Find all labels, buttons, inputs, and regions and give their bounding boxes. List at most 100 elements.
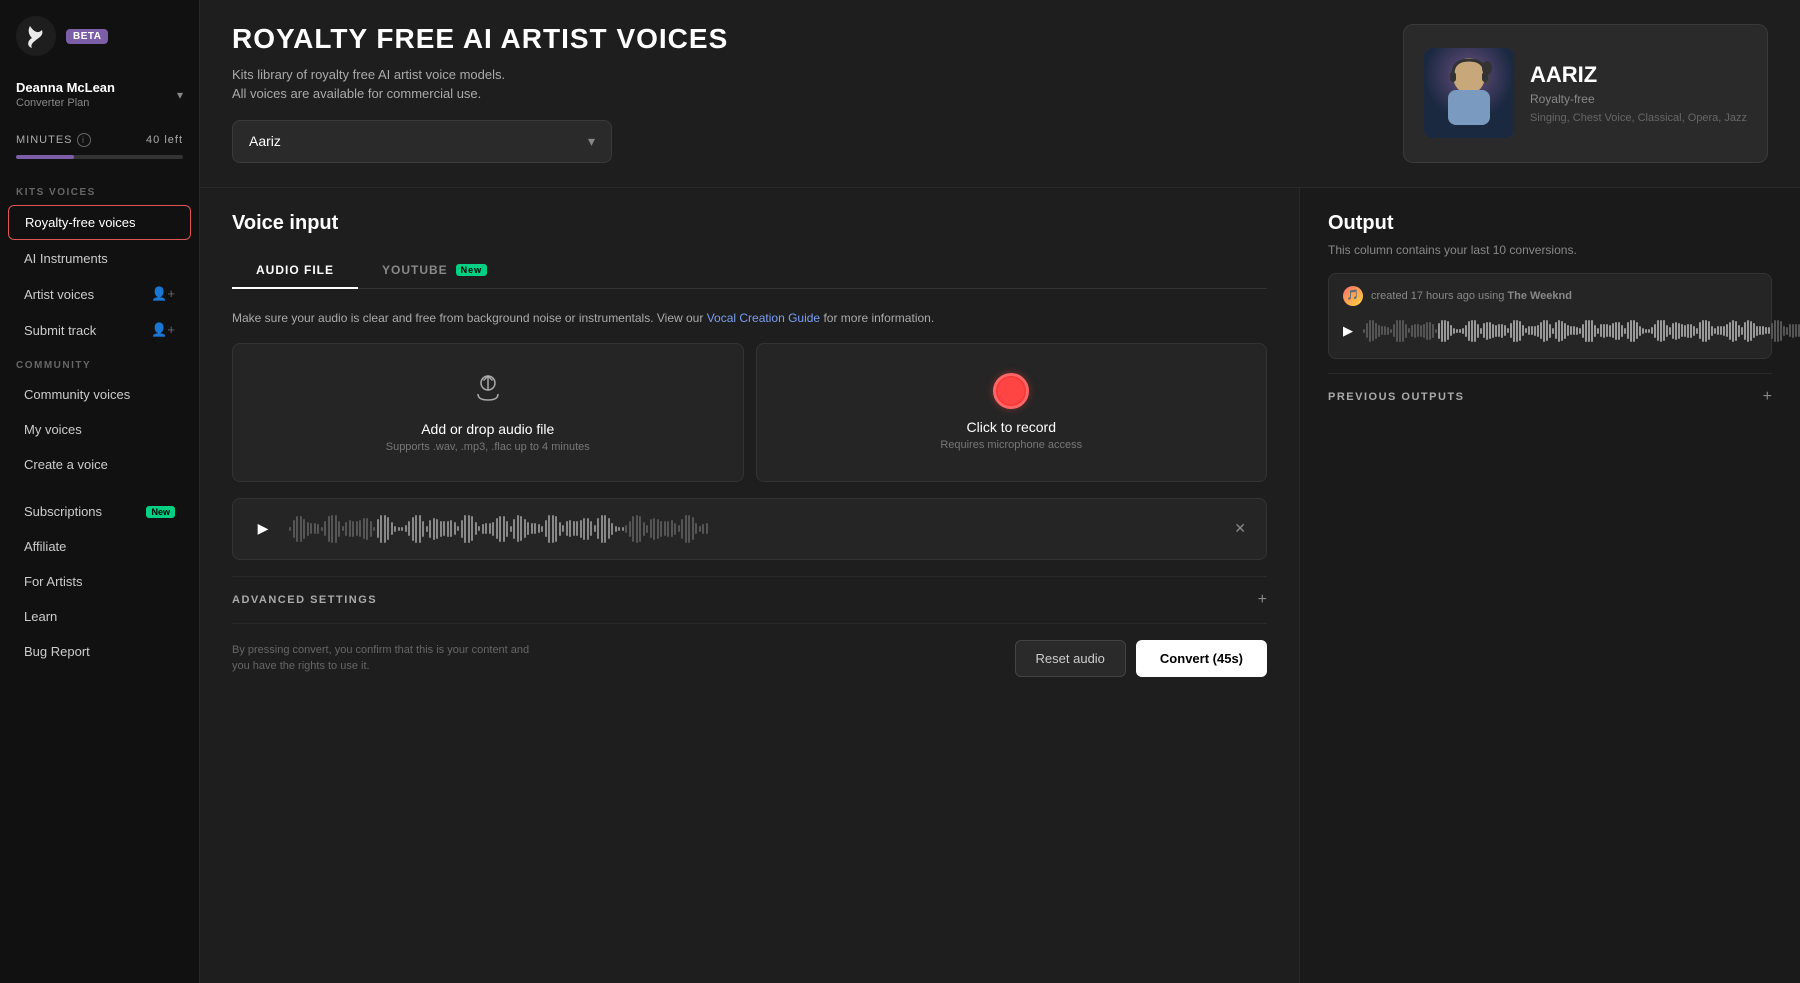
vocal-guide-link[interactable]: Vocal Creation Guide bbox=[707, 311, 820, 325]
record-sub: Requires microphone access bbox=[940, 439, 1082, 451]
input-boxes: Add or drop audio file Supports .wav, .m… bbox=[232, 343, 1267, 482]
artist-card: AARIZ Royalty-free Singing, Chest Voice,… bbox=[1403, 24, 1768, 163]
sidebar-item-affiliate[interactable]: Affiliate bbox=[8, 530, 191, 563]
main-content: ROYALTY FREE AI ARTIST VOICES Kits libra… bbox=[200, 0, 1800, 983]
output-play-button[interactable]: ▶ bbox=[1343, 318, 1353, 344]
user-menu[interactable]: Deanna McLean Converter Plan ▾ bbox=[0, 72, 199, 125]
previous-outputs-label: PREVIOUS OUTPUTS bbox=[1328, 391, 1464, 403]
convert-button[interactable]: Convert (45s) bbox=[1136, 640, 1267, 677]
reset-audio-button[interactable]: Reset audio bbox=[1015, 640, 1126, 677]
artist-voices-label: Artist voices bbox=[24, 287, 94, 302]
sidebar-item-artist-voices[interactable]: Artist voices 👤+ bbox=[8, 277, 191, 311]
hero-section: ROYALTY FREE AI ARTIST VOICES Kits libra… bbox=[200, 0, 1800, 188]
artist-tags: Singing, Chest Voice, Classical, Opera, … bbox=[1530, 112, 1747, 124]
output-item: 🎵 created 17 hours ago using The Weeknd … bbox=[1328, 273, 1772, 359]
hero-left: ROYALTY FREE AI ARTIST VOICES Kits libra… bbox=[232, 24, 1379, 163]
artist-license: Royalty-free bbox=[1530, 92, 1747, 106]
upload-title: Add or drop audio file bbox=[421, 421, 554, 437]
tab-youtube[interactable]: YOUTUBE New bbox=[358, 253, 511, 289]
remove-audio-button[interactable]: ✕ bbox=[1230, 516, 1250, 541]
logo-area: BETA bbox=[0, 16, 199, 72]
minutes-section: MINUTES i 40 left bbox=[0, 125, 199, 175]
sidebar-item-for-artists[interactable]: For Artists bbox=[8, 565, 191, 598]
selected-voice-label: Aariz bbox=[249, 133, 281, 149]
voice-chevron-icon: ▾ bbox=[588, 133, 595, 150]
minutes-label: MINUTES i bbox=[16, 133, 91, 147]
output-artist-name: The Weeknd bbox=[1507, 290, 1572, 302]
submit-track-icon: 👤+ bbox=[151, 322, 175, 338]
record-title: Click to record bbox=[967, 419, 1056, 435]
user-plan: Converter Plan bbox=[16, 97, 115, 109]
community-section-label: COMMUNITY bbox=[0, 348, 199, 377]
upload-audio-box[interactable]: Add or drop audio file Supports .wav, .m… bbox=[232, 343, 744, 482]
sidebar-item-bug-report[interactable]: Bug Report bbox=[8, 635, 191, 668]
input-tabs: AUDIO FILE YOUTUBE New bbox=[232, 253, 1267, 289]
output-meta: 🎵 created 17 hours ago using The Weeknd bbox=[1343, 286, 1757, 306]
kits-voices-section-label: KITS VOICES bbox=[0, 175, 199, 204]
affiliate-label: Affiliate bbox=[24, 539, 66, 554]
output-created-text: created 17 hours ago using The Weeknd bbox=[1371, 290, 1572, 302]
info-text: Make sure your audio is clear and free f… bbox=[232, 309, 1267, 327]
voice-selector-dropdown[interactable]: Aariz ▾ bbox=[232, 120, 612, 163]
output-title: Output bbox=[1328, 212, 1772, 235]
sidebar-item-create-a-voice[interactable]: Create a voice bbox=[8, 448, 191, 481]
kits-logo-icon bbox=[16, 16, 56, 56]
previous-outputs-toggle[interactable]: PREVIOUS OUTPUTS + bbox=[1328, 373, 1772, 420]
minutes-progress-bar bbox=[16, 155, 183, 159]
sidebar-item-subscriptions[interactable]: Subscriptions New bbox=[8, 495, 191, 528]
sidebar-item-learn[interactable]: Learn bbox=[8, 600, 191, 633]
bug-report-label: Bug Report bbox=[24, 644, 90, 659]
hero-subtitle: Kits library of royalty free AI artist v… bbox=[232, 65, 1379, 104]
output-waveform: ▶ ⬇ ⊞ 🔗 bbox=[1343, 316, 1757, 346]
output-avatar: 🎵 bbox=[1343, 286, 1363, 306]
voice-input-title: Voice input bbox=[232, 212, 1267, 235]
create-a-voice-label: Create a voice bbox=[24, 457, 108, 472]
output-subtitle: This column contains your last 10 conver… bbox=[1328, 243, 1772, 257]
youtube-new-badge: New bbox=[456, 264, 488, 276]
beta-badge: BETA bbox=[66, 29, 108, 44]
ai-instruments-label: AI Instruments bbox=[24, 251, 108, 266]
waveform-visualization bbox=[289, 511, 1218, 547]
tab-audio-file[interactable]: AUDIO FILE bbox=[232, 253, 358, 289]
sidebar-item-community-voices[interactable]: Community voices bbox=[8, 378, 191, 411]
previous-outputs-plus-icon: + bbox=[1763, 388, 1772, 406]
chevron-down-icon: ▾ bbox=[177, 88, 183, 102]
sidebar-item-royalty-free-voices[interactable]: Royalty-free voices bbox=[8, 205, 191, 240]
subscriptions-new-badge: New bbox=[146, 506, 175, 518]
page-title: ROYALTY FREE AI ARTIST VOICES bbox=[232, 24, 1379, 55]
lower-section: Voice input AUDIO FILE YOUTUBE New Make … bbox=[200, 188, 1800, 983]
minutes-progress-fill bbox=[16, 155, 74, 159]
add-artist-icon: 👤+ bbox=[151, 286, 175, 302]
output-waveform-viz bbox=[1363, 316, 1800, 346]
advanced-settings-plus-icon: + bbox=[1258, 591, 1267, 609]
for-artists-label: For Artists bbox=[24, 574, 83, 589]
community-voices-label: Community voices bbox=[24, 387, 130, 402]
upload-sub: Supports .wav, .mp3, .flac up to 4 minut… bbox=[386, 441, 590, 453]
subscriptions-label: Subscriptions bbox=[24, 504, 102, 519]
minutes-count: 40 left bbox=[146, 134, 183, 146]
action-buttons: Reset audio Convert (45s) bbox=[1015, 640, 1267, 677]
artist-image bbox=[1424, 48, 1514, 138]
output-panel: Output This column contains your last 10… bbox=[1300, 188, 1800, 983]
learn-label: Learn bbox=[24, 609, 57, 624]
sidebar: BETA Deanna McLean Converter Plan ▾ MINU… bbox=[0, 0, 200, 983]
record-button-dot bbox=[993, 373, 1029, 409]
advanced-settings-toggle[interactable]: ADVANCED SETTINGS + bbox=[232, 576, 1267, 623]
sidebar-item-ai-instruments[interactable]: AI Instruments bbox=[8, 242, 191, 275]
voice-input-panel: Voice input AUDIO FILE YOUTUBE New Make … bbox=[200, 188, 1300, 983]
sidebar-item-submit-track[interactable]: Submit track 👤+ bbox=[8, 313, 191, 347]
bottom-bar: By pressing convert, you confirm that th… bbox=[232, 623, 1267, 677]
my-voices-label: My voices bbox=[24, 422, 82, 437]
upload-icon bbox=[472, 372, 504, 411]
user-name: Deanna McLean bbox=[16, 80, 115, 95]
audio-waveform-player: ▶ ✕ bbox=[232, 498, 1267, 560]
record-audio-box[interactable]: Click to record Requires microphone acce… bbox=[756, 343, 1268, 482]
artist-info: AARIZ Royalty-free Singing, Chest Voice,… bbox=[1530, 62, 1747, 124]
sidebar-item-my-voices[interactable]: My voices bbox=[8, 413, 191, 446]
info-icon: i bbox=[77, 133, 91, 147]
play-button[interactable]: ▶ bbox=[249, 515, 277, 543]
advanced-settings-label: ADVANCED SETTINGS bbox=[232, 594, 377, 606]
royalty-free-voices-label: Royalty-free voices bbox=[25, 215, 136, 230]
artist-portrait bbox=[1424, 48, 1514, 138]
submit-track-label: Submit track bbox=[24, 323, 96, 338]
